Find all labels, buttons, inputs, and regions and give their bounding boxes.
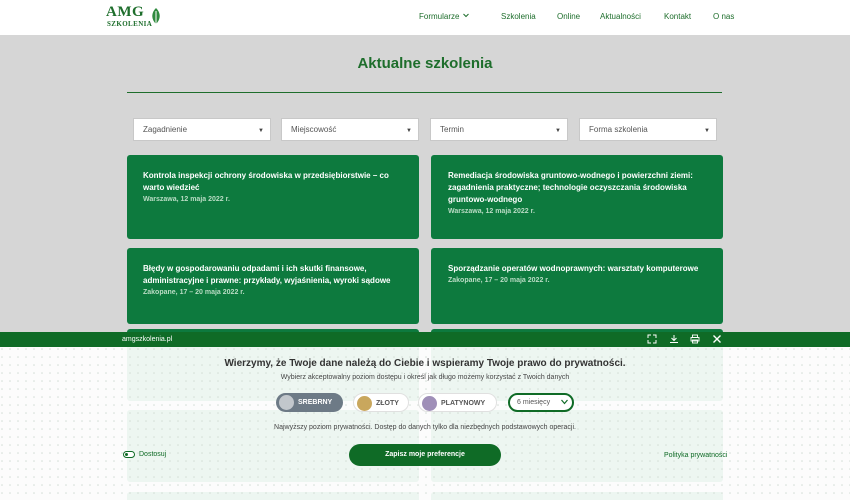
training-card[interactable]: Remediacja środowiska gruntowo-wodnego i… xyxy=(431,155,723,239)
filter-label: Zagadnienie xyxy=(143,125,188,134)
site-header: AMG SZKOLENIA Formularze Szkolenia Onlin… xyxy=(0,0,850,35)
filter-zagadnienie[interactable]: Zagadnienie ▼ xyxy=(133,118,271,141)
privacy-level-description: Najwyższy poziom prywatności. Dostęp do … xyxy=(274,424,576,431)
cookie-site-name: amgszkolenia.pl xyxy=(122,336,173,343)
nav-item-online[interactable]: Online xyxy=(557,12,580,22)
toggle-knob xyxy=(125,453,128,456)
filter-miejscowosc[interactable]: Miejscowość ▼ xyxy=(281,118,419,141)
nav-item-formularze[interactable]: Formularze xyxy=(419,12,459,22)
nav-item-kontakt[interactable]: Kontakt xyxy=(664,12,691,22)
filter-label: Miejscowość xyxy=(291,125,337,134)
chevron-down-icon xyxy=(561,399,568,405)
silver-level-icon xyxy=(279,395,294,410)
card-title: Sporządzanie operatów wodnoprawnych: war… xyxy=(448,264,699,273)
level-label: PLATYNOWY xyxy=(441,400,486,407)
training-card[interactable]: Kontrola inspekcji ochrony środowiska w … xyxy=(127,155,419,239)
dropdown-arrow-icon: ▼ xyxy=(406,128,412,134)
privacy-level-zloty[interactable]: ZŁOTY xyxy=(353,393,409,412)
training-card[interactable]: Błędy w gospodarowaniu odpadami i ich sk… xyxy=(127,248,419,324)
print-icon[interactable] xyxy=(690,334,700,344)
card-title: Błędy w gospodarowaniu odpadami i ich sk… xyxy=(143,264,391,285)
nav-item-o-nas[interactable]: O nas xyxy=(713,12,734,22)
duration-select[interactable]: 6 miesięcy xyxy=(508,393,574,412)
save-preferences-button[interactable]: Zapisz moje preferencje xyxy=(349,444,501,466)
card-date: Warszawa, 12 maja 2022 r. xyxy=(448,208,535,215)
privacy-policy-link[interactable]: Polityka prywatności xyxy=(664,451,727,460)
filter-label: Termin xyxy=(440,125,465,134)
cookie-toolbar: amgszkolenia.pl xyxy=(0,332,850,347)
filter-label: Forma szkolenia xyxy=(589,125,648,134)
expand-icon[interactable] xyxy=(647,334,657,344)
card-title: Remediacja środowiska gruntowo-wodnego i… xyxy=(448,171,693,204)
card-title: Kontrola inspekcji ochrony środowiska w … xyxy=(143,171,389,192)
leaf-icon xyxy=(152,8,160,24)
title-divider xyxy=(127,92,722,93)
nav-item-aktualnosci[interactable]: Aktualności xyxy=(600,12,641,22)
card-date: Zakopane, 17 – 20 maja 2022 r. xyxy=(143,289,245,296)
logo-subtext: SZKOLENIA xyxy=(107,20,153,28)
dropdown-arrow-icon: ▼ xyxy=(555,128,561,134)
download-icon[interactable] xyxy=(669,334,679,344)
card-date: Warszawa, 12 maja 2022 r. xyxy=(143,196,230,203)
filter-termin[interactable]: Termin ▼ xyxy=(430,118,568,141)
logo-text: AMG xyxy=(106,4,145,20)
duration-value: 6 miesięcy xyxy=(517,399,551,406)
cookie-heading: Wierzymy, że Twoje dane należą do Ciebie… xyxy=(224,358,626,369)
training-card[interactable]: Sporządzanie operatów wodnoprawnych: war… xyxy=(431,248,723,324)
dropdown-arrow-icon: ▼ xyxy=(704,128,710,134)
card-date: Zakopane, 17 – 20 maja 2022 r. xyxy=(448,277,550,284)
platinum-level-icon xyxy=(422,396,437,411)
level-label: SREBRNY xyxy=(298,399,333,406)
privacy-level-platynowy[interactable]: PLATYNOWY xyxy=(418,393,497,412)
cookie-consent-panel: Wierzymy, że Twoje dane należą do Ciebie… xyxy=(0,347,850,500)
site-logo[interactable]: AMG SZKOLENIA xyxy=(106,5,162,29)
customize-toggle[interactable] xyxy=(123,451,135,458)
gold-level-icon xyxy=(357,396,372,411)
chevron-down-icon xyxy=(463,13,469,18)
page-title: Aktualne szkolenia xyxy=(357,55,493,72)
level-label: ZŁOTY xyxy=(376,400,399,407)
close-icon[interactable] xyxy=(712,334,722,344)
nav-item-szkolenia[interactable]: Szkolenia xyxy=(501,12,536,22)
filter-forma-szkolenia[interactable]: Forma szkolenia ▼ xyxy=(579,118,717,141)
cookie-subheading: Wybierz akceptowalny poziom dostępu i ok… xyxy=(280,374,570,381)
customize-link[interactable]: Dostosuj xyxy=(139,450,166,459)
dropdown-arrow-icon: ▼ xyxy=(258,128,264,134)
privacy-level-srebrny[interactable]: SREBRNY xyxy=(276,393,343,412)
